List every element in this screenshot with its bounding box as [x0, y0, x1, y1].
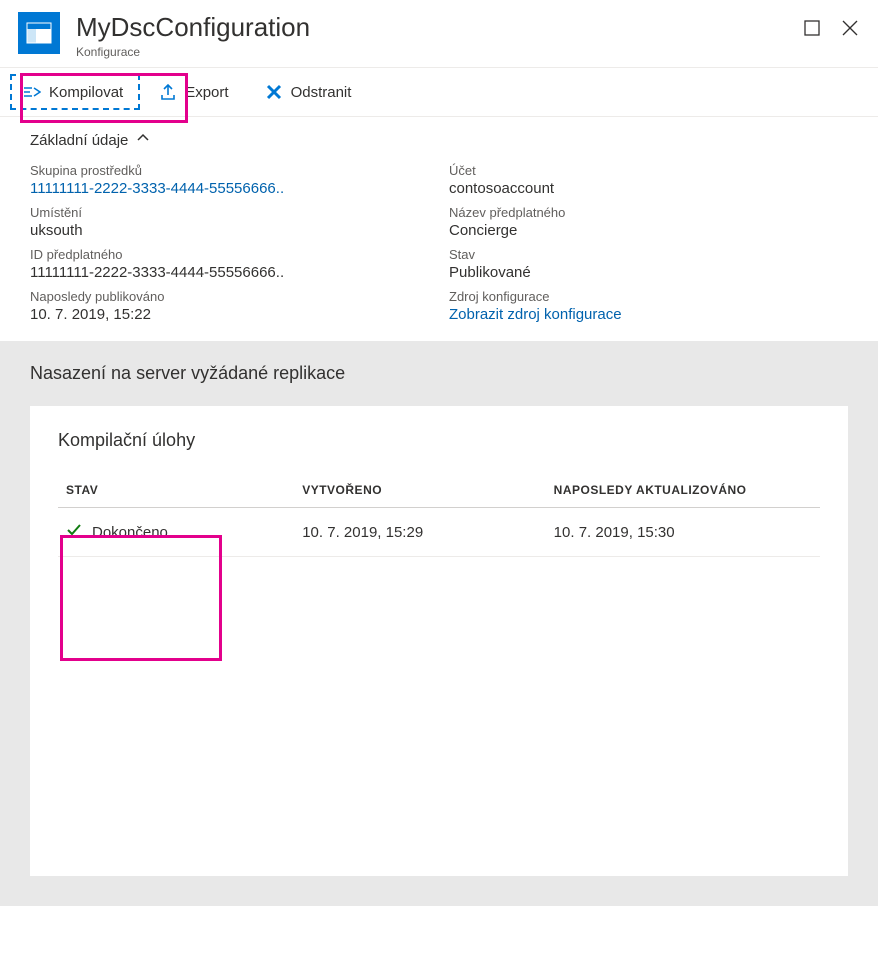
subscription-id-label: ID předplatného [30, 247, 429, 262]
export-label: Export [185, 84, 228, 101]
deploy-section: Nasazení na server vyžádané replikace Ko… [0, 341, 878, 906]
export-icon [159, 83, 177, 101]
location-label: Umístění [30, 205, 429, 220]
config-source-label: Zdroj konfigurace [449, 289, 848, 304]
config-source-link[interactable]: Zobrazit zdroj konfigurace [449, 306, 848, 323]
last-published-label: Naposledy publikováno [30, 289, 429, 304]
last-published-value: 10. 7. 2019, 15:22 [30, 306, 429, 323]
content-area: Základní údaje Skupina prostředků 111111… [0, 117, 878, 954]
delete-icon [265, 83, 283, 101]
essentials-label: Základní údaje [30, 132, 128, 149]
jobs-card: Kompilační úlohy STAV VYTVOŘENO NAPOSLED… [30, 406, 848, 876]
compile-label: Kompilovat [49, 84, 123, 101]
location-value: uksouth [30, 222, 429, 239]
subscription-name-label: Název předplatného [449, 205, 848, 220]
account-label: Účet [449, 163, 848, 178]
blade-header: MyDscConfiguration Konfigurace [0, 0, 878, 68]
resource-group-value[interactable]: 11111111-2222-3333-4444-55556666.. [30, 180, 429, 197]
delete-button[interactable]: Odstranit [252, 74, 369, 110]
delete-label: Odstranit [291, 84, 352, 101]
state-label: Stav [449, 247, 848, 262]
subscription-name-value: Concierge [449, 222, 848, 239]
page-title: MyDscConfiguration [76, 12, 802, 43]
subscription-id-value: 11111111-2222-3333-4444-55556666.. [30, 264, 429, 281]
jobs-card-title: Kompilační úlohy [58, 430, 820, 451]
col-created[interactable]: VYTVOŘENO [294, 473, 545, 508]
close-icon[interactable] [840, 18, 860, 38]
chevron-up-icon [136, 131, 150, 149]
toolbar: Kompilovat Export Odstranit [0, 68, 878, 117]
table-row[interactable]: Dokončeno 10. 7. 2019, 15:29 10. 7. 2019… [58, 508, 820, 557]
col-status[interactable]: STAV [58, 473, 294, 508]
page-subtitle: Konfigurace [76, 45, 802, 59]
configuration-icon [18, 12, 60, 54]
row-status: Dokončeno [92, 524, 168, 541]
account-value: contosoaccount [449, 180, 848, 197]
row-updated: 10. 7. 2019, 15:30 [546, 508, 820, 557]
resource-group-label: Skupina prostředků [30, 163, 429, 178]
state-value: Publikované [449, 264, 848, 281]
compile-icon [23, 83, 41, 101]
row-created: 10. 7. 2019, 15:29 [294, 508, 545, 557]
maximize-icon[interactable] [802, 18, 822, 38]
col-updated[interactable]: NAPOSLEDY AKTUALIZOVÁNO [546, 473, 820, 508]
deploy-section-title: Nasazení na server vyžádané replikace [30, 363, 848, 384]
export-button[interactable]: Export [146, 74, 245, 110]
checkmark-icon [66, 522, 82, 542]
essentials-panel: Skupina prostředků 11111111-2222-3333-44… [0, 159, 878, 341]
jobs-table: STAV VYTVOŘENO NAPOSLEDY AKTUALIZOVÁNO [58, 473, 820, 557]
essentials-toggle[interactable]: Základní údaje [0, 117, 878, 159]
compile-button[interactable]: Kompilovat [10, 74, 140, 110]
